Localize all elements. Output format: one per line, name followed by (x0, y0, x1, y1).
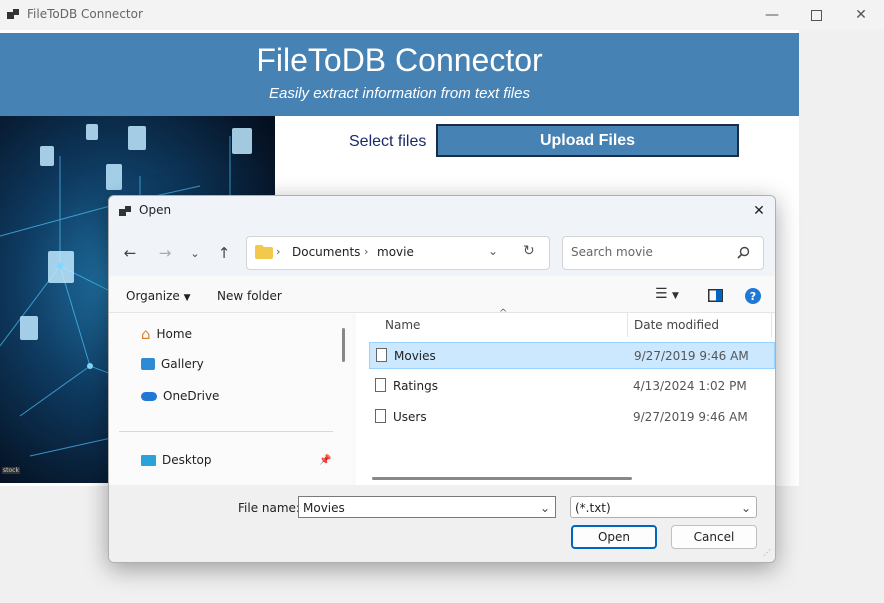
file-name-label: File name: (238, 501, 300, 515)
app-icon (7, 9, 19, 19)
dropdown-caret-icon: ▼ (183, 293, 191, 303)
dialog-close-button[interactable]: ✕ (745, 198, 773, 224)
folder-icon (255, 245, 273, 259)
nav-item-label: OneDrive (163, 389, 220, 403)
organize-label: Organize (126, 289, 180, 303)
gallery-icon (141, 358, 155, 370)
home-icon: ⌂ (141, 325, 151, 343)
address-bar[interactable]: › Documents › movie ⌄ ↻ (246, 236, 550, 270)
nav-item-onedrive[interactable]: OneDrive (141, 389, 219, 403)
file-name-value: Movies (303, 501, 345, 515)
resize-grip-icon[interactable]: ⋰ (763, 548, 771, 557)
file-date: 4/13/2024 1:02 PM (633, 379, 747, 393)
text-file-icon (375, 378, 386, 392)
file-name: Movies (394, 349, 436, 363)
preview-pane-icon[interactable] (708, 289, 723, 302)
nav-item-gallery[interactable]: Gallery (141, 357, 204, 371)
search-input[interactable]: Search movie (571, 245, 653, 259)
recent-locations-button[interactable]: ⌄ (183, 242, 207, 264)
maximize-icon (810, 9, 822, 21)
up-button[interactable]: ↑ (212, 242, 236, 264)
address-dropdown-icon[interactable]: ⌄ (488, 244, 498, 258)
arrow-left-icon: ← (123, 244, 137, 262)
help-icon[interactable]: ? (745, 288, 761, 304)
breadcrumb-separator-icon: › (276, 245, 281, 258)
dialog-app-icon (119, 206, 131, 216)
sort-ascending-icon: ^ (499, 308, 508, 319)
file-name: Ratings (393, 379, 438, 393)
minimize-icon: — (765, 7, 779, 23)
file-row[interactable]: Users 9/27/2019 9:46 AM (369, 404, 775, 431)
file-date: 9/27/2019 9:46 AM (634, 349, 749, 363)
desktop-icon (141, 454, 156, 466)
nav-divider (119, 431, 333, 432)
dialog-title-bar (109, 196, 775, 226)
file-type-select[interactable]: (*.txt) ⌄ (570, 496, 757, 518)
column-header-date[interactable]: Date modified (634, 318, 719, 332)
navigation-pane: ⌂Home Gallery › OneDrive Desktop 📌 (109, 313, 352, 530)
dialog-title: Open (139, 203, 172, 217)
app-title: FileToDB Connector (256, 42, 543, 78)
select-files-label: Select files (349, 133, 427, 150)
dropdown-caret-icon: ▼ (672, 291, 679, 301)
file-date: 9/27/2019 9:46 AM (633, 410, 748, 424)
forward-button[interactable]: → (153, 242, 177, 264)
nav-item-label: Home (156, 327, 192, 341)
new-folder-button[interactable]: New folder (217, 289, 282, 303)
open-file-dialog: Open ✕ ← → ⌄ ↑ › Documents › movie ⌄ ↻ S… (108, 195, 776, 563)
file-row[interactable]: Movies 9/27/2019 9:46 AM (369, 342, 775, 369)
nav-item-desktop[interactable]: Desktop (141, 453, 212, 467)
breadcrumb-separator-icon: › (364, 245, 369, 258)
chevron-down-icon: ⌄ (190, 246, 200, 260)
text-file-icon (376, 348, 387, 362)
breadcrumb-documents[interactable]: Documents (292, 245, 360, 259)
file-name: Users (393, 410, 427, 424)
file-list-scrollbar[interactable] (372, 477, 632, 480)
close-button[interactable]: ✕ (838, 0, 884, 30)
app-subtitle: Easily extract information from text fil… (269, 85, 530, 102)
list-view-icon: ☰ (655, 286, 668, 302)
image-watermark: stock (2, 467, 20, 474)
maximize-button[interactable] (793, 0, 839, 30)
file-row[interactable]: Ratings 4/13/2024 1:02 PM (369, 373, 775, 400)
text-file-icon (375, 409, 386, 423)
cloud-icon (141, 391, 157, 401)
column-divider[interactable] (771, 313, 772, 337)
breadcrumb-movie[interactable]: movie (377, 245, 414, 259)
minimize-button[interactable]: — (749, 0, 795, 30)
back-button[interactable]: ← (118, 242, 142, 264)
svg-text:?: ? (750, 290, 756, 303)
nav-item-home[interactable]: ⌂ Home (141, 325, 192, 343)
file-type-value: (*.txt) (575, 501, 611, 515)
arrow-right-icon: → (158, 244, 172, 262)
nav-item-label: Desktop (162, 453, 212, 467)
cancel-button[interactable]: Cancel (671, 525, 757, 549)
file-name-input[interactable]: Movies ⌄ (298, 496, 556, 518)
search-box[interactable]: Search movie (562, 236, 764, 270)
search-icon (737, 246, 750, 259)
chevron-down-icon[interactable]: ⌄ (540, 497, 550, 519)
window-title: FileToDB Connector (27, 7, 143, 21)
refresh-icon[interactable]: ↻ (523, 243, 535, 259)
nav-scrollbar[interactable] (342, 328, 345, 362)
arrow-up-icon: ↑ (217, 244, 231, 262)
upload-files-button[interactable]: Upload Files (436, 124, 739, 157)
organize-menu[interactable]: Organize ▼ (126, 289, 191, 303)
column-header-name[interactable]: Name (385, 318, 420, 332)
close-icon: ✕ (753, 203, 765, 219)
column-divider[interactable] (627, 313, 628, 337)
chevron-down-icon: ⌄ (740, 501, 751, 515)
open-button[interactable]: Open (571, 525, 657, 549)
pin-icon: 📌 (319, 455, 332, 466)
close-icon: ✕ (855, 7, 867, 23)
nav-item-label: Gallery (161, 357, 204, 371)
view-options-button[interactable]: ☰ ▼ (655, 286, 679, 302)
